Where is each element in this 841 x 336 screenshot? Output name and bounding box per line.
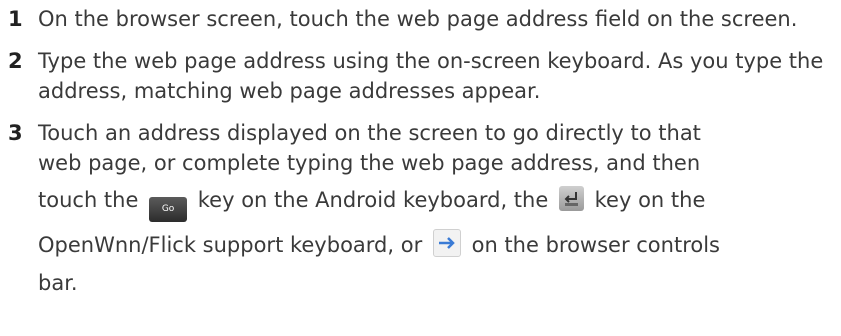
step-text-line: Touch an address displayed on the screen…: [38, 121, 701, 145]
step-text-line: web page, or complete typing the web pag…: [38, 151, 701, 175]
go-key-icon: Go: [149, 197, 188, 222]
step-3: 3 Touch an address displayed on the scre…: [8, 118, 841, 298]
step-text-line: OpenWnn/Flick support keyboard, or on th…: [38, 223, 831, 268]
enter-key-icon: [558, 186, 584, 211]
step-text-fragment: touch the: [38, 188, 139, 212]
step-text-fragment: on the browser controls: [471, 233, 720, 257]
step-number: 1: [8, 7, 23, 31]
step-text-line: bar.: [38, 271, 78, 295]
step-number: 2: [8, 49, 23, 73]
instruction-steps: 1 On the browser screen, touch the web p…: [0, 0, 841, 298]
step-text-fragment: OpenWnn/Flick support keyboard, or: [38, 233, 423, 257]
step-text-line: touch the Go key on the Android keyboard…: [38, 178, 831, 223]
step-1: 1 On the browser screen, touch the web p…: [8, 4, 841, 34]
step-text-fragment: key on the: [594, 188, 706, 212]
step-text-fragment: key on the Android keyboard, the: [197, 188, 549, 212]
step-text: Type the web page address using the on-s…: [38, 49, 824, 103]
step-2: 2 Type the web page address using the on…: [8, 46, 841, 106]
step-number: 3: [8, 121, 23, 145]
right-arrow-icon: [432, 229, 461, 257]
step-text: On the browser screen, touch the web pag…: [38, 7, 798, 31]
